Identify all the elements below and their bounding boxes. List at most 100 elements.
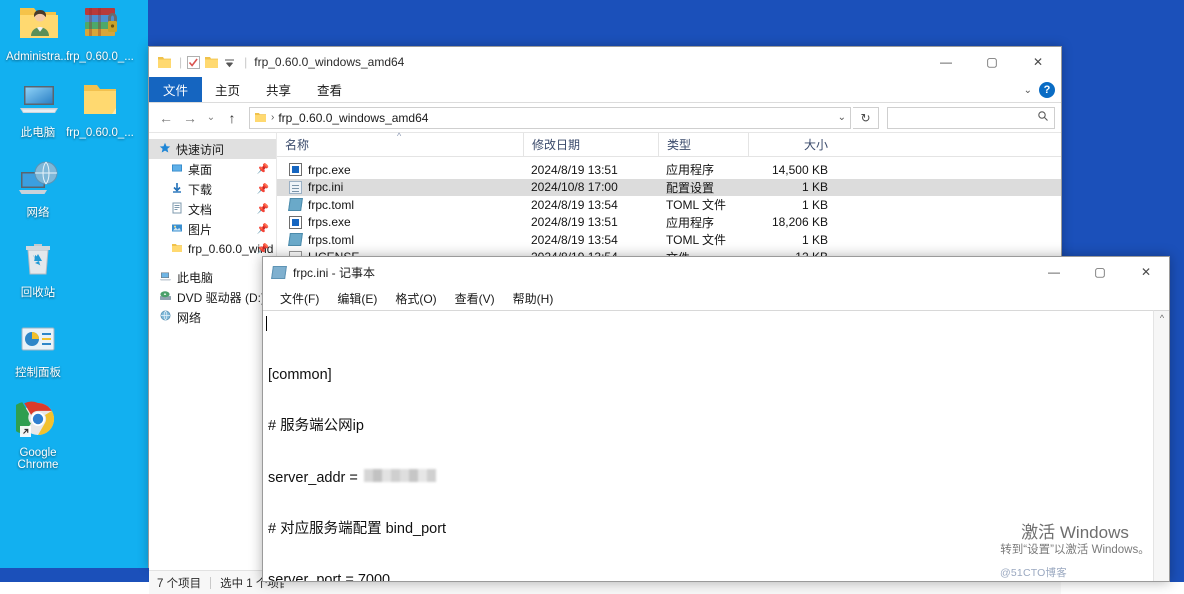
nav-item-label: 桌面 — [188, 161, 212, 178]
desktop-icon-frp-archive[interactable]: frp_0.60.0_... — [62, 2, 138, 64]
column-header-size[interactable]: 大小 — [748, 133, 838, 157]
file-size-cell: 1 KB — [748, 196, 838, 214]
table-row[interactable]: frpc.ini 2024/10/8 17:00 配置设置 1 KB — [277, 179, 1061, 197]
text-line: [common] — [268, 367, 1153, 384]
menu-item-help[interactable]: 帮助(H) — [504, 289, 563, 308]
notepad-text-area[interactable]: [common] # 服务端公网ip server_addr = # 对应服务端… — [263, 310, 1153, 581]
up-button[interactable]: ↑ — [221, 107, 243, 129]
star-icon — [159, 142, 171, 157]
menu-item-view[interactable]: 查看(V) — [446, 289, 504, 308]
nav-item-downloads[interactable]: 下载 📌 — [149, 179, 276, 199]
breadcrumb-current[interactable]: frp_0.60.0_windows_amd64 — [278, 111, 428, 125]
recent-locations-button[interactable]: ⌄ — [203, 107, 219, 129]
table-row[interactable]: frps.exe 2024/8/19 13:51 应用程序 18,206 KB — [277, 214, 1061, 232]
desktop-icon-label-line2: Chrome — [18, 459, 59, 471]
table-row[interactable]: frpc.toml 2024/8/19 13:54 TOML 文件 1 KB — [277, 196, 1061, 214]
column-header-name[interactable]: 名称 ^ — [277, 133, 523, 157]
file-size-cell: 14,500 KB — [748, 161, 838, 179]
menu-item-format[interactable]: 格式(O) — [386, 289, 445, 308]
desktop-icon-recycle-bin[interactable]: 回收站 — [0, 238, 76, 300]
minimize-button[interactable]: — — [923, 47, 969, 77]
nav-item-desktop[interactable]: 桌面 📌 — [149, 159, 276, 179]
menu-item-file[interactable]: 文件(F) — [271, 289, 328, 308]
pin-icon[interactable]: 📌 — [257, 184, 269, 195]
file-name-text: frpc.ini — [308, 180, 343, 194]
exe-file-icon — [289, 216, 302, 229]
file-size-cell: 1 KB — [748, 231, 838, 249]
desktop-icon-label: frp_0.60.0_... — [62, 51, 138, 64]
folder-icon — [62, 78, 138, 124]
table-row[interactable]: frps.toml 2024/8/19 13:54 TOML 文件 1 KB — [277, 231, 1061, 249]
toml-file-icon — [288, 233, 303, 246]
file-date-cell: 2024/8/19 13:51 — [523, 161, 658, 179]
nav-item-this-pc[interactable]: 此电脑 — [149, 267, 276, 287]
pin-icon[interactable]: 📌 — [257, 244, 269, 255]
new-folder-icon[interactable] — [204, 55, 219, 70]
ribbon-tab-share[interactable]: 共享 — [253, 77, 304, 102]
column-header-type[interactable]: 类型 — [658, 133, 748, 157]
file-rows-container: frpc.exe 2024/8/19 13:51 应用程序 14,500 KB … — [277, 157, 1061, 266]
qat-separator: | — [179, 55, 182, 69]
file-name-cell: frps.exe — [277, 214, 523, 232]
network-icon — [0, 158, 76, 204]
address-history-chevron-icon[interactable]: ⌄ — [838, 112, 846, 123]
file-name-cell: frpc.ini — [277, 179, 523, 197]
nav-item-quick-access[interactable]: 快速访问 — [149, 139, 276, 159]
menu-item-edit[interactable]: 编辑(E) — [328, 289, 386, 308]
pictures-icon — [171, 222, 183, 237]
address-bar[interactable]: › frp_0.60.0_windows_amd64 ⌄ — [249, 107, 851, 129]
pin-icon[interactable]: 📌 — [257, 164, 269, 175]
properties-checkbox-icon[interactable] — [186, 55, 201, 70]
item-count-text: 7 个项目 — [157, 575, 201, 591]
desktop-icon-google-chrome[interactable]: Google Chrome — [0, 398, 76, 471]
pin-icon[interactable]: 📌 — [257, 204, 269, 215]
back-button[interactable]: ← — [155, 107, 177, 129]
chrome-icon — [0, 398, 76, 444]
maximize-button[interactable]: ▢ — [1077, 257, 1123, 287]
ribbon-tab-view[interactable]: 查看 — [304, 77, 355, 102]
desktop-icon-control-panel[interactable]: 控制面板 — [0, 318, 76, 380]
file-type-cell: 应用程序 — [658, 214, 748, 232]
scroll-up-arrow-icon[interactable]: ^ — [1154, 313, 1170, 323]
nav-item-documents[interactable]: 文档 📌 — [149, 199, 276, 219]
file-date-cell: 2024/8/19 13:54 — [523, 196, 658, 214]
chevron-down-icon[interactable]: ⌄ — [1024, 85, 1032, 96]
refresh-button[interactable]: ↻ — [853, 107, 879, 129]
navigation-pane: 快速访问 桌面 📌 下载 📌 文档 📌 — [149, 133, 277, 570]
text-line-redacted: server_addr = — [268, 469, 1153, 487]
notepad-vertical-scrollbar[interactable]: ^ — [1153, 310, 1169, 581]
notepad-title-bar[interactable]: frpc.ini - 记事本 — ▢ ✕ — [263, 257, 1169, 287]
search-input[interactable] — [887, 107, 1055, 129]
maximize-button[interactable]: ▢ — [969, 47, 1015, 77]
nav-item-network[interactable]: 网络 — [149, 307, 276, 327]
nav-item-pictures[interactable]: 图片 📌 — [149, 219, 276, 239]
pin-icon[interactable]: 📌 — [257, 224, 269, 235]
nav-item-dvd-drive[interactable]: DVD 驱动器 (D:) S — [149, 287, 276, 307]
minimize-button[interactable]: — — [1031, 257, 1077, 287]
desktop-icon — [171, 162, 183, 177]
customize-qat-icon[interactable] — [222, 55, 237, 70]
desktop-icon-network[interactable]: 网络 — [0, 158, 76, 220]
close-button[interactable]: ✕ — [1123, 257, 1169, 287]
computer-icon — [159, 270, 172, 285]
file-type-text: 配置设置 — [666, 179, 714, 196]
explorer-title-bar[interactable]: | | frp_0.60.0_windows_amd64 — ▢ ✕ — [149, 47, 1061, 77]
desktop-icon-label: 控制面板 — [0, 367, 76, 380]
folder-icon — [171, 242, 183, 257]
ribbon-tab-home[interactable]: 主页 — [202, 77, 253, 102]
desktop-icon-frp-folder[interactable]: frp_0.60.0_... — [62, 78, 138, 140]
forward-button[interactable]: → — [179, 107, 201, 129]
table-row[interactable]: frpc.exe 2024/8/19 13:51 应用程序 14,500 KB — [277, 161, 1061, 179]
file-name-text: frps.exe — [308, 215, 351, 229]
breadcrumb-separator: › — [271, 112, 274, 123]
notepad-window: frpc.ini - 记事本 — ▢ ✕ 文件(F) 编辑(E) 格式(O) 查… — [262, 256, 1170, 582]
desktop-icon-label: frp_0.60.0_... — [62, 127, 138, 140]
help-icon[interactable]: ? — [1039, 82, 1055, 98]
blog-credit-text: @51CTO博客 — [1000, 565, 1067, 580]
ribbon-tab-file[interactable]: 文件 — [149, 77, 202, 102]
folder-icon[interactable] — [157, 55, 172, 70]
close-button[interactable]: ✕ — [1015, 47, 1061, 77]
column-header-date[interactable]: 修改日期 — [523, 133, 658, 157]
nav-item-frp-folder[interactable]: frp_0.60.0_wind 📌 — [149, 239, 276, 259]
nav-item-label: 文档 — [188, 201, 212, 218]
